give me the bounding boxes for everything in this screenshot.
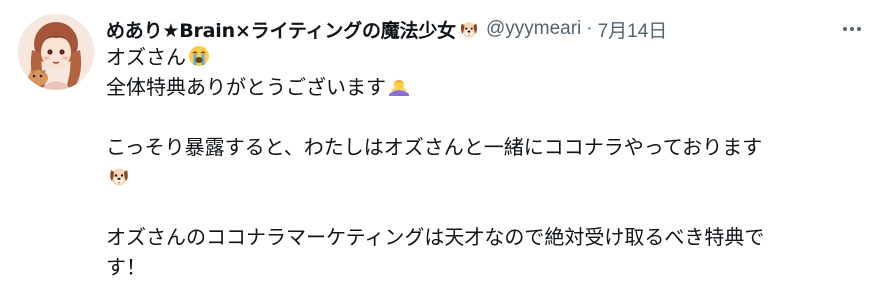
tweet[interactable]: めあり★Brain×ライティングの魔法少女 @yyymeari · 7月14日 … bbox=[0, 0, 881, 302]
tweet-header: めあり★Brain×ライティングの魔法少女 @yyymeari · 7月14日 bbox=[106, 14, 667, 44]
person-bowing-emoji-icon bbox=[387, 74, 411, 98]
tweet-line-text: こっそり暴露すると、わたしはオズさんと一緒にココナラやっております bbox=[106, 135, 763, 159]
display-name[interactable]: めあり★Brain×ライティングの魔法少女 bbox=[106, 16, 456, 43]
tweet-line-2: 全体特典ありがとうございます bbox=[106, 72, 866, 102]
separator-dot: · bbox=[586, 18, 593, 39]
tweet-line-8: す！ bbox=[106, 252, 866, 282]
dog-face-emoji-icon bbox=[458, 18, 480, 40]
tweet-text: オズさん 全体特典ありがとうございます こっそり暴露すると、わたしはオズさんと一… bbox=[106, 42, 866, 282]
tweet-line-7: オズさんのココナラマーケティングは天才なので絶対受け取るべき特典で bbox=[106, 222, 866, 252]
more-dot bbox=[850, 27, 854, 31]
tweet-line-1: オズさん bbox=[106, 42, 866, 72]
loudly-crying-face-emoji-icon bbox=[187, 44, 211, 68]
dog-face-emoji-icon bbox=[107, 164, 131, 188]
tweet-line-text: す！ bbox=[106, 255, 146, 279]
tweet-line-text: オズさんのココナラマーケティングは天才なので絶対受け取るべき特典で bbox=[106, 225, 765, 249]
user-handle[interactable]: @yyymeari bbox=[486, 18, 581, 40]
more-dot bbox=[857, 27, 861, 31]
more-options-button[interactable] bbox=[835, 12, 869, 46]
tweet-line-text: 全体特典ありがとうございます bbox=[106, 75, 386, 99]
tweet-line-4: こっそり暴露すると、わたしはオズさんと一緒にココナラやっております bbox=[106, 132, 866, 162]
tweet-line-text: オズさん bbox=[106, 45, 186, 69]
tweet-date[interactable]: 7月14日 bbox=[598, 16, 668, 43]
avatar[interactable] bbox=[18, 14, 94, 90]
more-dots-icon bbox=[843, 27, 847, 31]
tweet-line-5 bbox=[106, 162, 866, 192]
avatar-illustration bbox=[18, 14, 94, 90]
